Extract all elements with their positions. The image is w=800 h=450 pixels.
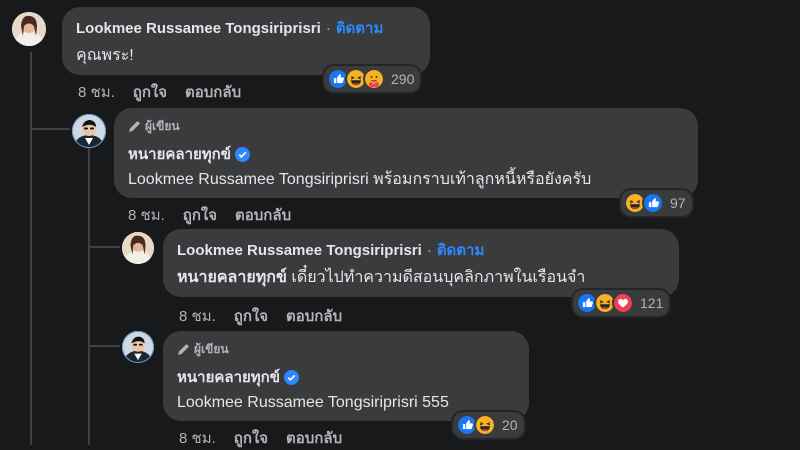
reaction-summary[interactable]: 121 bbox=[571, 288, 672, 318]
avatar[interactable] bbox=[122, 232, 154, 264]
comment-actions: 8 ชม. ถูกใจ ตอบกลับ bbox=[128, 203, 291, 227]
like-button[interactable]: ถูกใจ bbox=[183, 203, 217, 227]
comment-author[interactable]: Lookmee Russamee Tongsiriprisri bbox=[76, 20, 321, 37]
comment-bubble: Lookmee Russamee Tongsiriprisri · ติดตาม… bbox=[163, 229, 679, 297]
comment-actions: 8 ชม. ถูกใจ ตอบกลับ bbox=[179, 304, 342, 328]
comment-author[interactable]: หนายคลายทุกข์ bbox=[177, 365, 280, 389]
author-badge: ผู้เขียน bbox=[128, 117, 684, 136]
like-button[interactable]: ถูกใจ bbox=[234, 426, 268, 450]
follow-button[interactable]: ติดตาม bbox=[336, 16, 384, 40]
follow-button[interactable]: ติดตาม bbox=[437, 238, 485, 262]
reaction-summary[interactable]: 20 bbox=[451, 410, 526, 440]
avatar[interactable] bbox=[72, 114, 106, 148]
reply-button[interactable]: ตอบกลับ bbox=[185, 80, 241, 104]
pen-icon bbox=[129, 121, 140, 132]
timestamp[interactable]: 8 ชม. bbox=[179, 426, 216, 450]
timestamp[interactable]: 8 ชม. bbox=[78, 80, 115, 104]
comment-text: หนายคลายทุกข์ เดี๋ยวไปทำความดีสอนบุคลิกภ… bbox=[177, 267, 665, 289]
separator-dot: · bbox=[325, 19, 331, 37]
author-badge-label: ผู้เขียน bbox=[145, 119, 180, 133]
comment-bubble: ผู้เขียน หนายคลายทุกข์ Lookmee Russamee … bbox=[114, 108, 698, 198]
like-button[interactable]: ถูกใจ bbox=[133, 80, 167, 104]
separator-dot: · bbox=[426, 241, 432, 259]
mention-link[interactable]: หนายคลายทุกข์ bbox=[177, 269, 287, 286]
verified-badge-icon bbox=[235, 146, 251, 162]
reply-button[interactable]: ตอบกลับ bbox=[286, 304, 342, 328]
comment-actions: 8 ชม. ถูกใจ ตอบกลับ bbox=[179, 426, 342, 450]
reaction-count: 20 bbox=[502, 417, 518, 433]
author-badge: ผู้เขียน bbox=[177, 340, 515, 359]
pen-icon bbox=[178, 344, 189, 355]
comment-author[interactable]: Lookmee Russamee Tongsiriprisri bbox=[177, 242, 422, 259]
comment-text-body: เดี๋ยวไปทำความดีสอนบุคลิกภาพในเรือนจำ bbox=[291, 269, 586, 286]
reaction-count: 290 bbox=[391, 71, 415, 87]
avatar[interactable] bbox=[122, 331, 154, 363]
reaction-summary[interactable]: 97 bbox=[619, 188, 694, 218]
reaction-summary[interactable]: 290 bbox=[322, 64, 423, 94]
timestamp[interactable]: 8 ชม. bbox=[179, 304, 216, 328]
verified-badge-icon bbox=[284, 369, 300, 385]
comment-bubble: ผู้เขียน หนายคลายทุกข์ Lookmee Russamee … bbox=[163, 331, 529, 421]
like-icon bbox=[642, 192, 664, 214]
like-button[interactable]: ถูกใจ bbox=[234, 304, 268, 328]
comment-actions: 8 ชม. ถูกใจ ตอบกลับ bbox=[78, 80, 241, 104]
reaction-count: 97 bbox=[670, 195, 686, 211]
love-icon bbox=[612, 292, 634, 314]
haha-icon bbox=[474, 414, 496, 436]
reply-button[interactable]: ตอบกลับ bbox=[286, 426, 342, 450]
comment-text: Lookmee Russamee Tongsiriprisri พร้อมกรา… bbox=[128, 171, 592, 188]
reply-button[interactable]: ตอบกลับ bbox=[235, 203, 291, 227]
author-badge-label: ผู้เขียน bbox=[194, 342, 229, 356]
reaction-count: 121 bbox=[640, 295, 664, 311]
care-icon bbox=[363, 68, 385, 90]
comment-author[interactable]: หนายคลายทุกข์ bbox=[128, 142, 231, 166]
timestamp[interactable]: 8 ชม. bbox=[128, 203, 165, 227]
avatar[interactable] bbox=[12, 12, 46, 46]
